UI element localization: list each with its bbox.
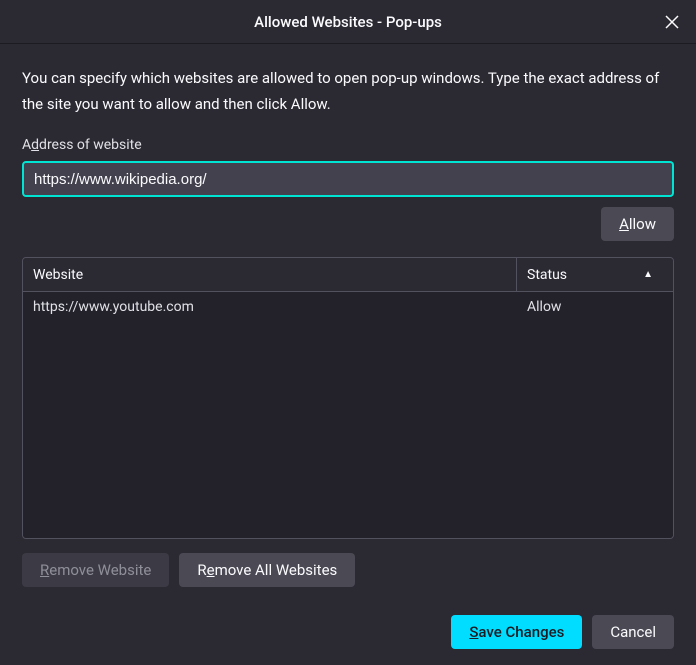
dialog-title: Allowed Websites - Pop-ups <box>254 13 442 31</box>
remove-all-accesskey: e <box>207 561 215 579</box>
address-input-wrap <box>22 161 674 197</box>
sort-arrow-icon: ▲ <box>643 269 653 280</box>
description-text: You can specify which websites are allow… <box>22 66 674 117</box>
remove-website-accesskey: R <box>40 561 49 579</box>
address-input[interactable] <box>22 161 674 197</box>
websites-table: Website Status ▲ https://www.youtube.com… <box>22 257 674 539</box>
remove-website-button: Remove Website <box>22 553 169 587</box>
remove-all-pre: R <box>197 561 206 579</box>
table-header: Website Status ▲ <box>23 258 673 292</box>
allow-text: llow <box>629 215 656 233</box>
cancel-text: Cancel <box>610 623 656 641</box>
remove-buttons-row: Remove Website Remove All Websites <box>22 553 674 587</box>
col-header-status[interactable]: Status ▲ <box>517 258 673 291</box>
cell-status: Allow <box>517 299 673 315</box>
close-icon <box>665 15 679 29</box>
table-row[interactable]: https://www.youtube.com Allow <box>23 292 673 322</box>
allow-row: Allow <box>22 207 674 241</box>
col-header-website[interactable]: Website <box>23 258 517 291</box>
save-text: ave Changes <box>478 623 564 641</box>
col-header-website-label: Website <box>33 267 83 283</box>
allow-accesskey: A <box>619 215 629 233</box>
table-body[interactable]: https://www.youtube.com Allow <box>23 292 673 538</box>
label-post: dress of website <box>39 137 142 153</box>
label-accesskey: d <box>31 137 39 153</box>
cell-website: https://www.youtube.com <box>23 299 517 315</box>
remove-all-button[interactable]: Remove All Websites <box>179 553 355 587</box>
col-header-status-label: Status <box>527 267 567 283</box>
close-button[interactable] <box>658 8 686 36</box>
allow-button[interactable]: Allow <box>601 207 674 241</box>
footer-buttons: Save Changes Cancel <box>22 615 674 649</box>
remove-website-text: emove Website <box>49 561 151 579</box>
address-label: Address of website <box>22 137 674 153</box>
remove-all-text: move All Websites <box>215 561 338 579</box>
save-button[interactable]: Save Changes <box>451 615 582 649</box>
cancel-button[interactable]: Cancel <box>592 615 674 649</box>
label-pre: A <box>22 137 31 153</box>
titlebar: Allowed Websites - Pop-ups <box>0 0 696 44</box>
dialog-content: You can specify which websites are allow… <box>0 44 696 665</box>
